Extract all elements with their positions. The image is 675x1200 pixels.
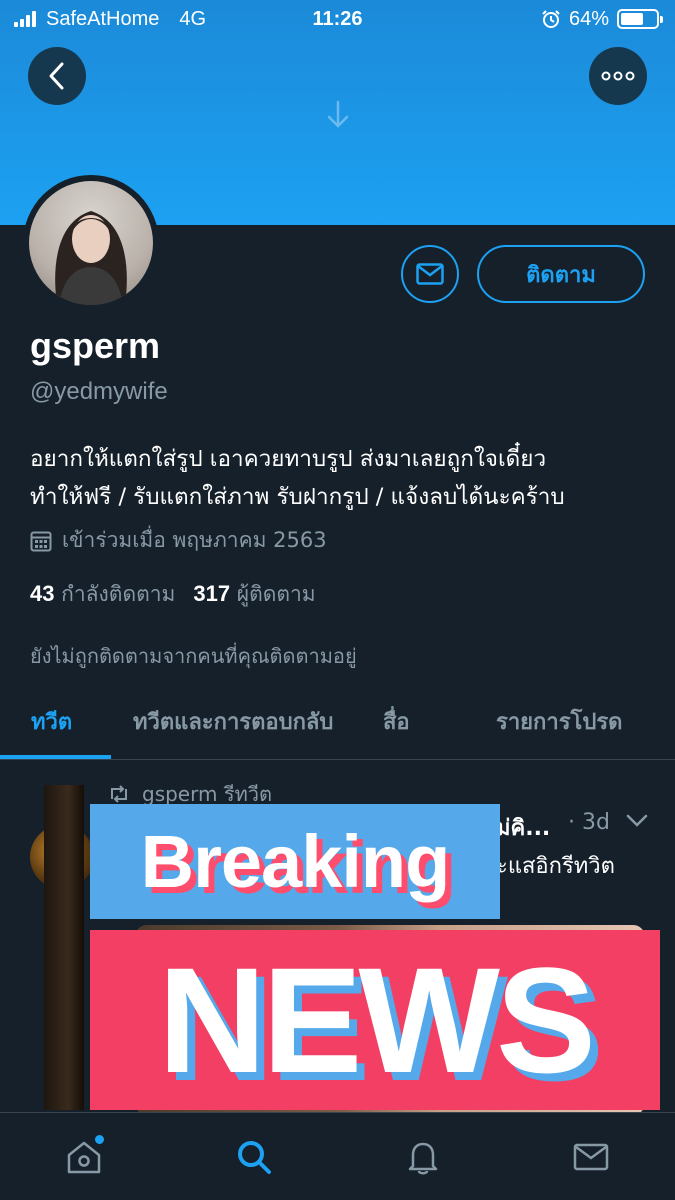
network-type: 4G [179, 7, 207, 30]
nav-home[interactable] [62, 1135, 106, 1179]
tab-media[interactable]: สื่อ [383, 704, 410, 739]
tab-likes[interactable]: รายการโปรด [496, 704, 622, 739]
chevron-left-icon [49, 62, 64, 90]
profile-avatar[interactable] [23, 175, 159, 311]
nav-messages[interactable] [569, 1135, 613, 1179]
more-options-button[interactable] [589, 47, 647, 105]
notification-dot [95, 1135, 104, 1144]
join-date-text: เข้าร่วมเมื่อ พฤษภาคม 2563 [62, 528, 327, 552]
battery-percent: 64% [568, 7, 609, 30]
following-stat[interactable]: 43 กำลังติดตาม [30, 578, 175, 611]
ellipsis-icon [601, 71, 635, 81]
follow-button[interactable]: ติดตาม [477, 245, 645, 303]
tab-tweets[interactable]: ทวีต [31, 704, 72, 739]
mail-icon [573, 1143, 609, 1171]
retweet-icon [111, 785, 127, 803]
profile-bio: อยากให้แตกใส่รูป เอาควยทาบรูป ส่งมาเลยถู… [30, 440, 650, 516]
avatar-photo [29, 181, 153, 305]
tweet-timestamp: · 3d [568, 810, 610, 835]
overlay-door-graphic [44, 785, 84, 1110]
following-label: กำลังติดตาม [61, 582, 176, 606]
back-button[interactable] [28, 47, 86, 105]
chevron-down-icon[interactable] [626, 814, 648, 828]
not-followed-note: ยังไม่ถูกติดตามจากคนที่คุณติดตามอยู่ [30, 644, 357, 668]
bell-icon [408, 1142, 438, 1175]
display-name: gsperm [30, 325, 161, 366]
nav-notifications[interactable] [401, 1135, 445, 1179]
tab-tweets-replies[interactable]: ทวีตและการตอบกลับ [133, 704, 333, 739]
active-tab-indicator [0, 755, 111, 759]
following-count: 43 [30, 581, 55, 606]
bottom-navigation [0, 1112, 675, 1200]
message-button[interactable] [401, 245, 459, 303]
followers-stat[interactable]: 317 ผู้ติดตาม [193, 578, 315, 611]
carrier-name: SafeAtHome [46, 7, 160, 30]
alarm-icon [542, 10, 560, 28]
status-bar: SafeAtHome 4G 11:26 64% [0, 0, 675, 38]
news-text: NEWS [158, 936, 596, 1104]
battery-icon [617, 9, 663, 29]
signal-icon [14, 11, 36, 27]
search-icon [238, 1141, 271, 1174]
news-banner: NEWS [90, 930, 660, 1110]
nav-search[interactable] [232, 1135, 276, 1179]
tweet-author-name[interactable]: ม่คิ... [496, 810, 550, 845]
tweet-text: ะแสอิกรีทวิต [496, 854, 615, 879]
join-date: เข้าร่วมเมื่อ พฤษภาคม 2563 [30, 524, 327, 557]
followers-count: 317 [193, 581, 231, 606]
breaking-text: Breaking [140, 820, 451, 903]
profile-tabs: ทวีต ทวีตและการตอบกลับ สื่อ รายการโปรด [0, 680, 675, 760]
breaking-banner: Breaking [90, 804, 500, 919]
user-handle: @yedmywife [30, 378, 168, 405]
followers-label: ผู้ติดตาม [236, 582, 316, 606]
follow-stats: 43 กำลังติดตาม 317 ผู้ติดตาม [30, 578, 316, 611]
bio-line: อยากให้แตกใส่รูป เอาควยทาบรูป ส่งมาเลยถู… [30, 446, 547, 472]
mail-icon [416, 263, 444, 285]
bio-line: ทำให้ฟรี / รับแตกใส่ภาพ รับฝากรูป / แจ้ง… [30, 484, 565, 510]
pull-refresh-icon [327, 100, 349, 128]
calendar-icon [30, 531, 52, 551]
